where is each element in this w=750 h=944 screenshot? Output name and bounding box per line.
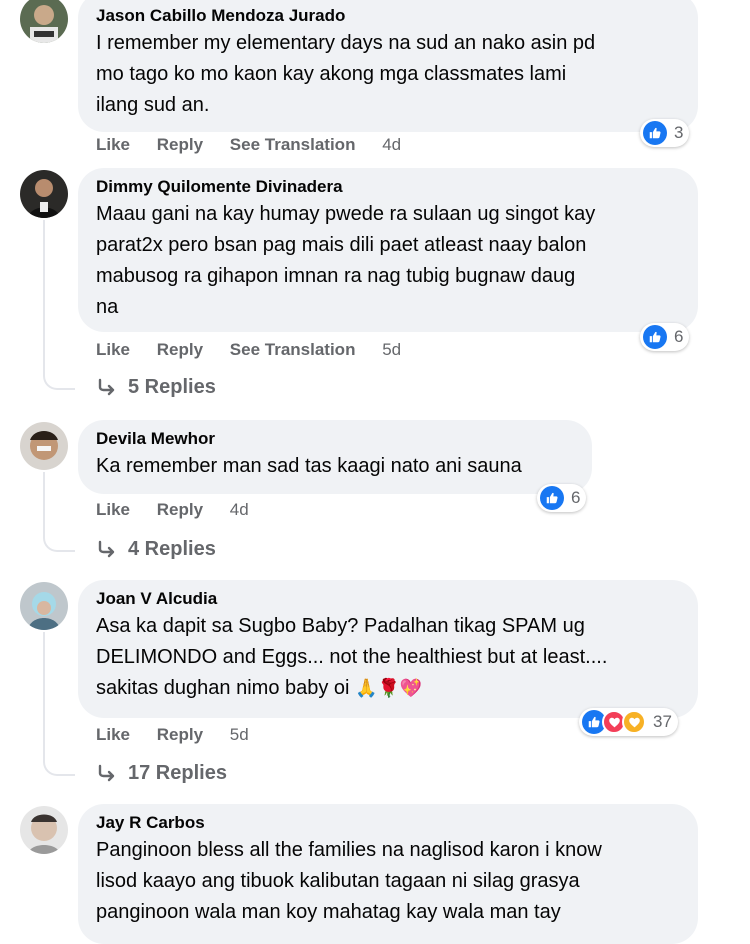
comment-bubble: Jay R Carbos Panginoon bless all the fam…: [78, 804, 698, 944]
comment-actions: Like Reply 5d: [96, 725, 271, 745]
like-icon: [643, 121, 667, 145]
comment-line: mabusog ra gihapon imnan ra nag tubig bu…: [96, 265, 576, 287]
reply-button[interactable]: Reply: [157, 135, 203, 154]
comment-bubble: Jason Cabillo Mendoza Jurado I remember …: [78, 0, 698, 132]
reply-arrow-icon: [96, 540, 118, 560]
comment-line: DELIMONDO and Eggs... not the healthiest…: [96, 646, 608, 668]
comment-line: panginoon wala man koy mahatag kay wala …: [96, 901, 561, 923]
view-replies-link[interactable]: 5 Replies: [96, 376, 216, 399]
comment-actions: Like Reply See Translation 4d: [96, 135, 423, 155]
care-icon: [622, 710, 646, 734]
timestamp[interactable]: 5d: [382, 340, 401, 359]
like-button[interactable]: Like: [96, 135, 130, 154]
comment-bubble: Dimmy Quilomente Divinadera Maau gani na…: [78, 168, 698, 332]
like-button[interactable]: Like: [96, 500, 130, 519]
see-translation-button[interactable]: See Translation: [230, 135, 356, 154]
reaction-count: 3: [674, 123, 684, 142]
comment-line: Ka remember man sad tas kaagi nato ani s…: [96, 455, 522, 477]
comment-line: na: [96, 296, 119, 318]
thread-line: [43, 472, 75, 552]
avatar[interactable]: [20, 170, 68, 218]
comment-text: I remember my elementary days na sud an …: [96, 28, 680, 121]
comment-author[interactable]: Devila Mewhor: [96, 429, 574, 449]
comment-line-text: sakitas dughan nimo baby oi: [96, 677, 350, 699]
comment-line: mo tago ko mo kaon kay akong mga classma…: [96, 63, 567, 85]
comment-emojis: 🙏🌹💖: [355, 678, 423, 699]
like-button[interactable]: Like: [96, 340, 130, 359]
comment-line: parat2x pero bsan pag mais dili paet atl…: [96, 234, 587, 256]
reply-button[interactable]: Reply: [157, 500, 203, 519]
comment-bubble: Devila Mewhor Ka remember man sad tas ka…: [78, 420, 592, 494]
view-replies-link[interactable]: 4 Replies: [96, 538, 216, 561]
reply-arrow-icon: [96, 764, 118, 784]
comment-line: Panginoon bless all the families na nagl…: [96, 839, 602, 861]
reaction-count: 6: [674, 327, 684, 346]
comment-text: Asa ka dapit sa Sugbo Baby? Padalhan tik…: [96, 611, 680, 704]
comment-line: lisod kaayo ang tibuok kalibutan tagaan …: [96, 870, 580, 892]
thread-line: [43, 632, 75, 776]
replies-count[interactable]: 5 Replies: [128, 376, 216, 399]
thread-line: [43, 220, 75, 390]
avatar[interactable]: [20, 806, 68, 854]
comment-line: I remember my elementary days na sud an …: [96, 32, 596, 54]
timestamp[interactable]: 4d: [382, 135, 401, 154]
timestamp[interactable]: 5d: [230, 725, 249, 744]
reply-arrow-icon: [96, 378, 118, 398]
like-button[interactable]: Like: [96, 725, 130, 744]
comment-actions: Like Reply See Translation 5d: [96, 340, 423, 360]
reply-button[interactable]: Reply: [157, 340, 203, 359]
timestamp[interactable]: 4d: [230, 500, 249, 519]
replies-count[interactable]: 17 Replies: [128, 762, 227, 785]
comment-line: ilang sud an.: [96, 94, 210, 116]
comment-line: sakitas dughan nimo baby oi 🙏🌹💖: [96, 673, 680, 704]
reply-button[interactable]: Reply: [157, 725, 203, 744]
avatar[interactable]: [20, 582, 68, 630]
see-translation-button[interactable]: See Translation: [230, 340, 356, 359]
like-icon: [540, 486, 564, 510]
reaction-count: 37: [653, 712, 672, 731]
comment-text: Ka remember man sad tas kaagi nato ani s…: [96, 451, 574, 482]
view-replies-link[interactable]: 17 Replies: [96, 762, 227, 785]
comment-text: Maau gani na kay humay pwede ra sulaan u…: [96, 199, 680, 323]
reaction-summary[interactable]: 37: [579, 708, 678, 736]
like-icon: [643, 325, 667, 349]
reaction-count: 6: [571, 488, 581, 507]
reaction-summary[interactable]: 3: [640, 119, 690, 147]
comment-author[interactable]: Joan V Alcudia: [96, 589, 680, 609]
comment-author[interactable]: Dimmy Quilomente Divinadera: [96, 177, 680, 197]
comment-text: Panginoon bless all the families na nagl…: [96, 835, 680, 928]
comment-bubble: Joan V Alcudia Asa ka dapit sa Sugbo Bab…: [78, 580, 698, 718]
comment-author[interactable]: Jason Cabillo Mendoza Jurado: [96, 6, 680, 26]
avatar[interactable]: [20, 0, 68, 43]
reaction-summary[interactable]: 6: [640, 323, 690, 351]
avatar[interactable]: [20, 422, 68, 470]
comment-author[interactable]: Jay R Carbos: [96, 813, 680, 833]
reaction-summary[interactable]: 6: [537, 484, 587, 512]
comment-line: Asa ka dapit sa Sugbo Baby? Padalhan tik…: [96, 615, 585, 637]
comment-actions: Like Reply 4d: [96, 500, 271, 520]
comment-line: Maau gani na kay humay pwede ra sulaan u…: [96, 203, 596, 225]
replies-count[interactable]: 4 Replies: [128, 538, 216, 561]
